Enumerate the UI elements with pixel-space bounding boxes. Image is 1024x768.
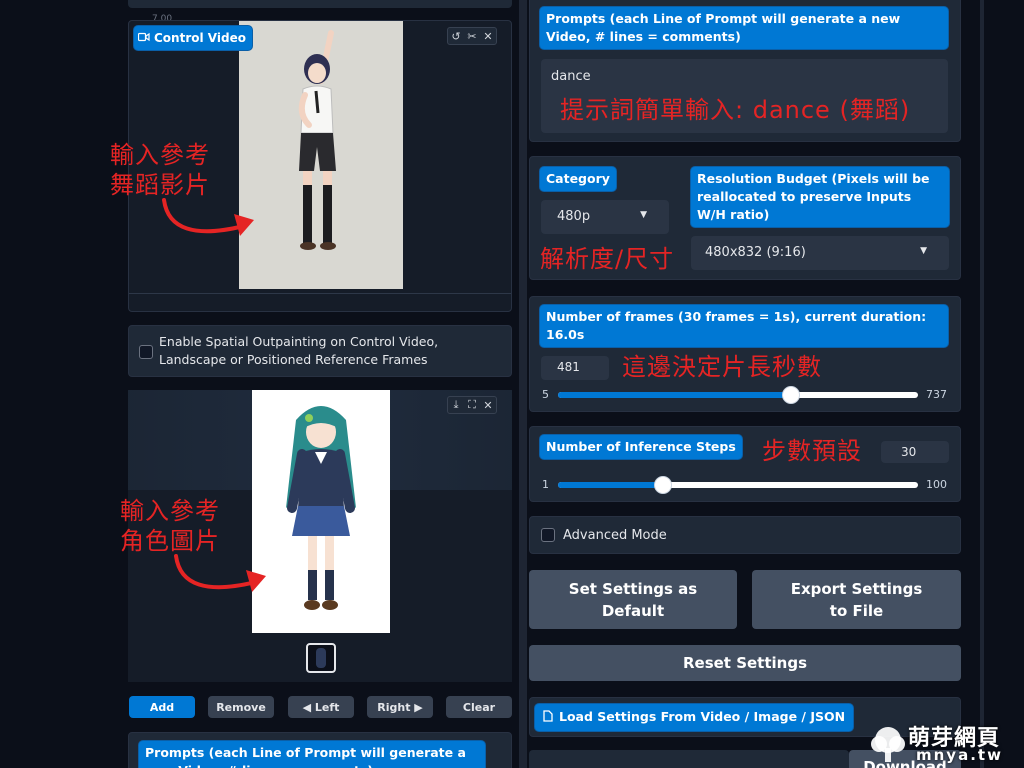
fullscreen-icon[interactable]: ⛶ [464, 397, 480, 413]
annotation-steps-hint: 步數預設 [762, 437, 862, 465]
steps-panel: Number of Inference Steps 30 1 100 [529, 426, 961, 502]
close-icon[interactable]: ✕ [480, 397, 496, 413]
right-edge-divider [980, 0, 984, 768]
frames-min: 5 [542, 388, 549, 401]
arrow-ref-video [162, 198, 254, 236]
image-toolbar: ⤓ ⛶ ✕ [447, 396, 497, 414]
left-button[interactable]: ◀ Left [288, 696, 354, 718]
prompts-label: Prompts (each Line of Prompt will genera… [540, 7, 948, 49]
steps-value: 30 [901, 445, 917, 459]
annotation-ref-video: 輸入參考 舞蹈影片 [110, 141, 210, 199]
column-divider [519, 0, 527, 768]
resolution-selected: 480x832 (9:16) [705, 245, 806, 260]
clear-button[interactable]: Clear [446, 696, 512, 718]
app-window: 7.00 Control Video ↺ ✂ ✕ 輸入參考 舞蹈影片 Enabl… [0, 0, 1024, 768]
annotation-prompt-hint: 提示詞簡單輸入: dance (舞蹈) [560, 96, 911, 124]
steps-slider-fill [558, 482, 663, 488]
bottom-prompt-label: Prompts (each Line of Prompt will genera… [139, 741, 485, 768]
annotation-frames-hint: 這邊決定片長秒數 [622, 353, 822, 381]
load-settings-button[interactable]: Load Settings From Video / Image / JSON [535, 704, 854, 731]
reset-settings-button[interactable]: Reset Settings [529, 645, 961, 681]
spatial-outpainting-checkbox[interactable] [139, 345, 153, 359]
download-icon[interactable]: ⤓ [448, 397, 464, 413]
video-camera-icon [137, 29, 150, 47]
resolution-label: Resolution Budget (Pixels will be reallo… [691, 167, 949, 227]
video-scrubber[interactable] [129, 293, 511, 303]
control-video-badge: Control Video [134, 26, 252, 50]
close-icon[interactable]: ✕ [480, 28, 496, 44]
bottom-input[interactable] [529, 750, 849, 768]
steps-slider-handle[interactable] [654, 476, 672, 494]
chevron-down-icon: ▼ [920, 246, 927, 256]
steps-min: 1 [542, 478, 549, 491]
steps-max: 100 [926, 478, 947, 491]
frames-max: 737 [926, 388, 947, 401]
annotation-ref-character: 輸入參考 角色圖片 [120, 497, 220, 555]
remove-button[interactable]: Remove [208, 696, 274, 718]
advanced-mode-panel: Advanced Mode [529, 516, 961, 554]
category-label: Category [540, 167, 616, 191]
gallery-thumbnail[interactable] [306, 643, 336, 673]
frames-input[interactable]: 481 [541, 356, 609, 380]
bottom-prompt-panel: Prompts (each Line of Prompt will genera… [128, 732, 512, 768]
advanced-mode-checkbox[interactable] [541, 528, 555, 542]
reset-icon[interactable]: ↺ [448, 28, 464, 44]
frames-slider[interactable] [558, 386, 918, 404]
arrow-ref-character [174, 554, 266, 592]
control-video-label: Control Video [154, 31, 246, 45]
file-icon [543, 709, 553, 727]
video-toolbar: ↺ ✂ ✕ [447, 27, 497, 45]
set-default-button[interactable]: Set Settings as Default [529, 570, 737, 629]
add-button[interactable]: Add [129, 696, 195, 718]
spatial-outpainting-label: Enable Spatial Outpainting on Control Vi… [159, 334, 439, 367]
left-top-panel [128, 0, 512, 8]
steps-label: Number of Inference Steps [540, 435, 742, 459]
frames-slider-fill [558, 392, 791, 398]
export-settings-button[interactable]: Export Settings to File [752, 570, 961, 629]
frames-label: Number of frames (30 frames = 1s), curre… [540, 305, 948, 347]
frames-slider-handle[interactable] [782, 386, 800, 404]
steps-slider[interactable] [558, 476, 918, 494]
annotation-resolution-hint: 解析度/尺寸 [540, 245, 675, 273]
watermark-sub: mnya.tw [916, 746, 1003, 764]
spatial-outpainting-panel: Enable Spatial Outpainting on Control Vi… [128, 325, 512, 377]
chevron-down-icon: ▼ [640, 210, 647, 220]
category-dropdown[interactable]: 480p ▼ [541, 200, 669, 234]
prompts-value: dance [551, 69, 591, 84]
category-selected: 480p [557, 209, 591, 224]
frames-value: 481 [557, 360, 580, 374]
scissors-icon[interactable]: ✂ [464, 28, 480, 44]
right-button[interactable]: Right ▶ [367, 696, 433, 718]
resolution-dropdown[interactable]: 480x832 (9:16) ▼ [691, 236, 949, 270]
advanced-mode-label: Advanced Mode [563, 528, 667, 543]
tree-logo-icon [871, 727, 905, 762]
load-settings-label: Load Settings From Video / Image / JSON [559, 709, 846, 724]
steps-input[interactable]: 30 [881, 441, 949, 463]
thumbnail-figure [316, 648, 326, 668]
watermark: 萌芽網頁 mnya.tw [868, 720, 1024, 768]
